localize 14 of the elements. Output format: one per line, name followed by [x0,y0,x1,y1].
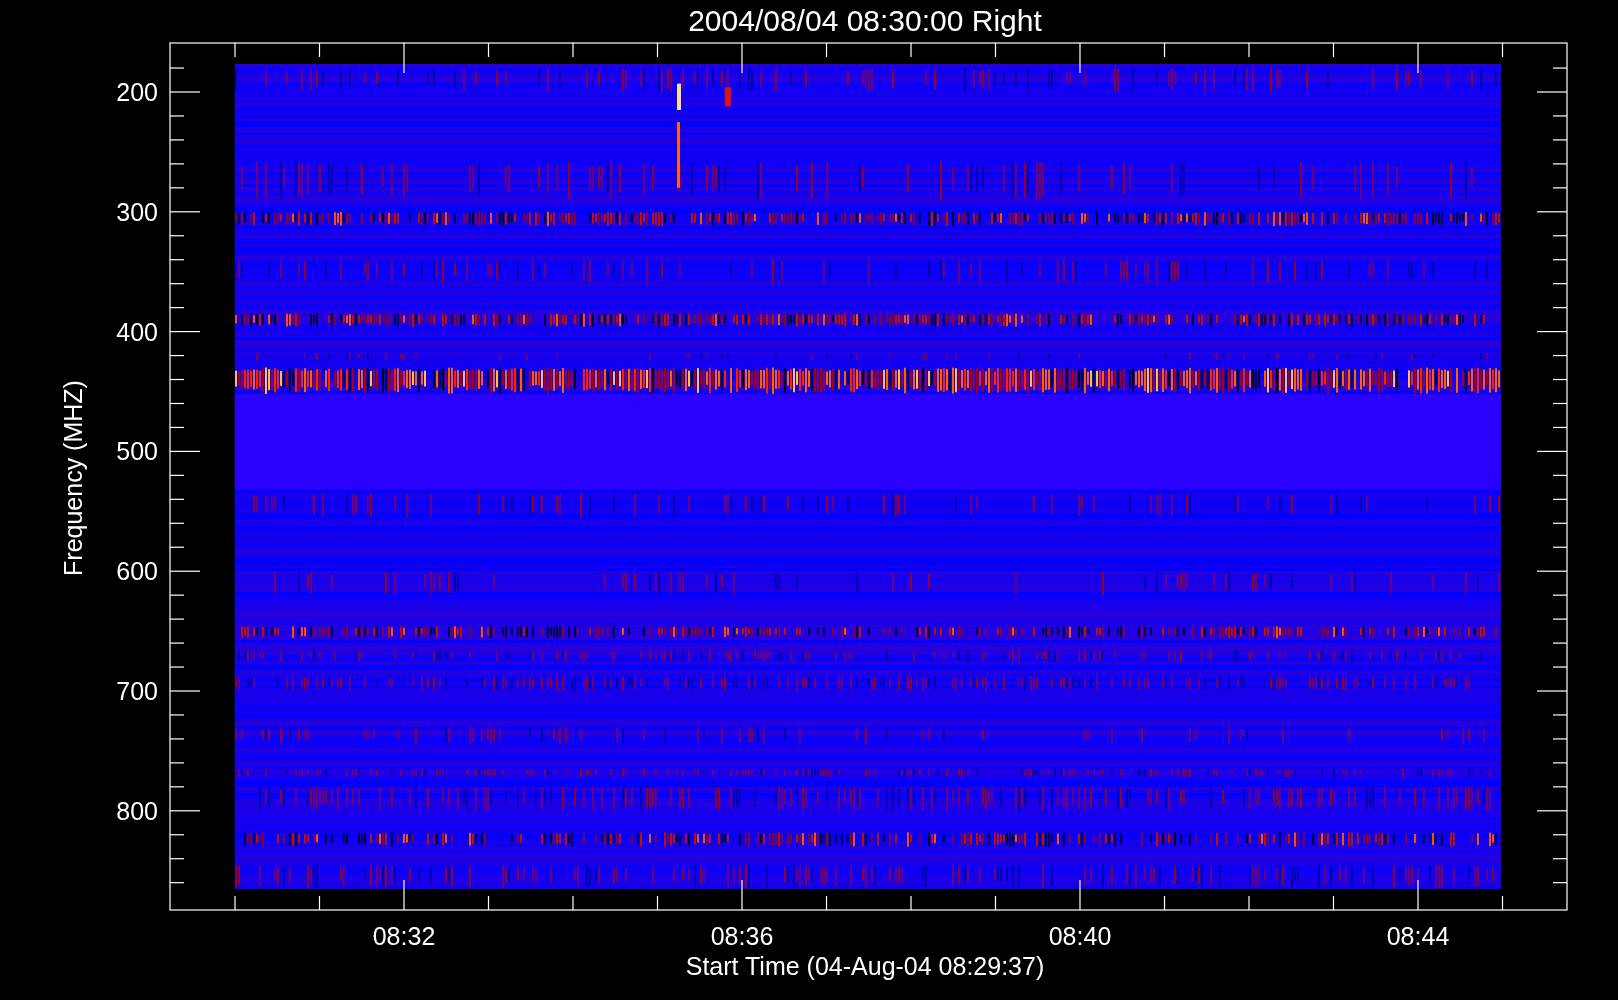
tick-label: 400 [116,317,158,346]
tick-label: 700 [116,677,158,705]
tick-label: 800 [116,796,158,825]
tick-label: 300 [116,197,158,226]
tick-label: 08:44 [1386,922,1450,950]
chart-title: 2004/08/04 08:30:00 Right [688,4,1042,37]
tick-label: 200 [116,78,158,106]
tick-label: 08:36 [710,922,774,950]
tick-label: 500 [116,437,158,466]
tick-label: 08:32 [372,922,436,950]
axis-label: Start Time (04-Aug-04 08:29:37) [685,952,1045,980]
axis-label: Frequency (MHZ) [59,380,87,576]
tick-label: 08:40 [1048,922,1112,950]
tick-label: 600 [116,557,158,586]
